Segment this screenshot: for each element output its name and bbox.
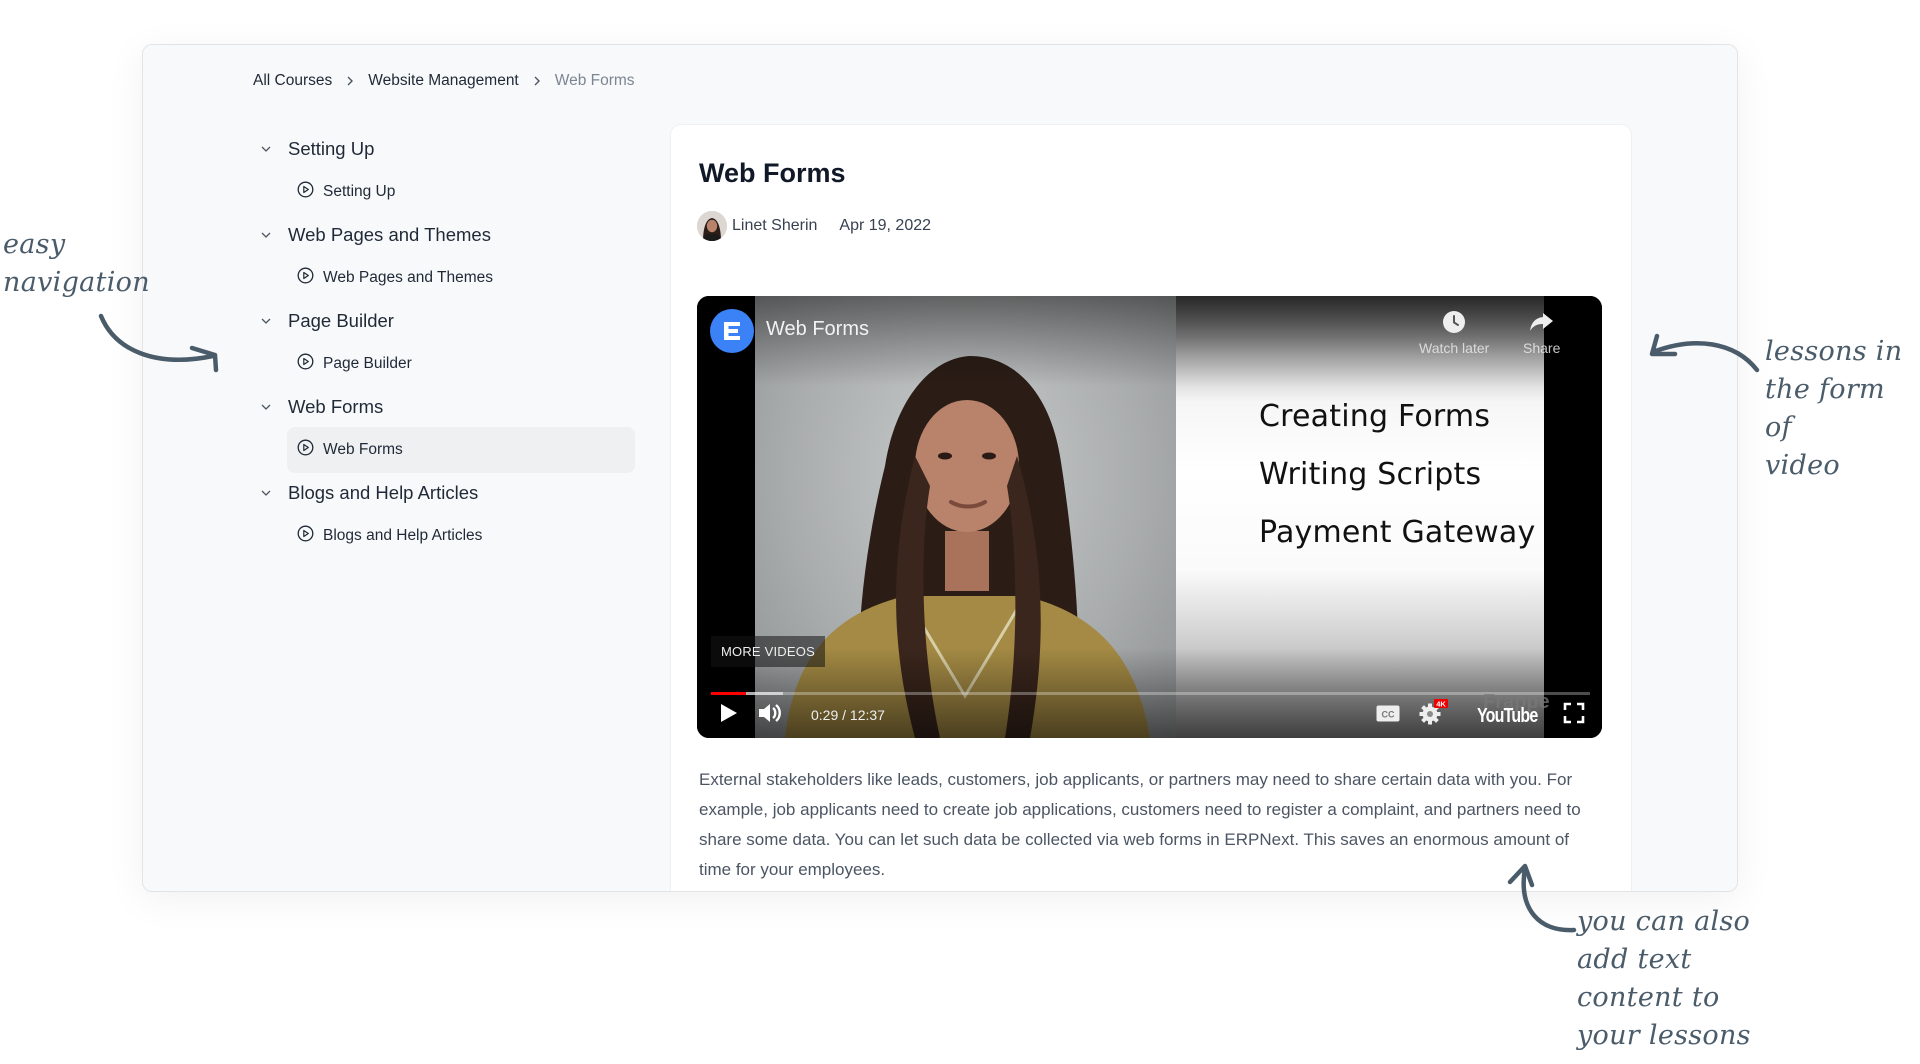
- lesson-meta: Linet Sherin Apr 19, 2022: [697, 211, 931, 241]
- slide-line: Payment Gateway: [1259, 515, 1536, 550]
- chapter-title: Blogs and Help Articles: [288, 482, 479, 503]
- captions-button[interactable]: CC: [1375, 702, 1401, 724]
- chapter-title: Setting Up: [288, 138, 375, 159]
- breadcrumb: All Courses Website Management Web Forms: [253, 69, 635, 93]
- play-circle-icon: [297, 439, 314, 461]
- chapter-web-pages-and-themes[interactable]: Web Pages and Themes: [253, 215, 613, 255]
- annotation-line: you can also: [1577, 906, 1751, 937]
- chevron-right-icon: [533, 75, 541, 87]
- author-name: Linet Sherin: [732, 217, 818, 234]
- publish-date: Apr 19, 2022: [839, 217, 932, 234]
- youtube-logo[interactable]: YouTube: [1477, 705, 1538, 728]
- lesson-setting-up[interactable]: Setting Up: [287, 169, 635, 215]
- breadcrumb-course[interactable]: Website Management: [368, 72, 519, 90]
- slide-line: Writing Scripts: [1259, 457, 1482, 492]
- play-circle-icon: [297, 267, 314, 289]
- lesson-card: Web Forms Linet Sherin Apr 19, 2022 Crea…: [671, 125, 1631, 891]
- annotation-bottom: you can also add text content to your le…: [1577, 903, 1751, 1055]
- chapter-title: Page Builder: [288, 310, 394, 331]
- progress-bar[interactable]: [711, 692, 1590, 695]
- arrow-icon: [1507, 863, 1577, 933]
- app-panel: All Courses Website Management Web Forms…: [142, 44, 1738, 892]
- lesson-page-builder[interactable]: Page Builder: [287, 341, 635, 387]
- volume-icon: [759, 704, 781, 722]
- play-button[interactable]: [717, 700, 741, 726]
- lesson-title-heading: Web Forms: [699, 158, 846, 188]
- lesson-web-forms-active[interactable]: Web Forms: [287, 427, 635, 473]
- course-outline: Setting Up Setting Up Web Pages and Them…: [253, 129, 635, 559]
- lesson-blogs-and-help-articles[interactable]: Blogs and Help Articles: [287, 513, 635, 559]
- annotation-left: easy navigation: [3, 226, 150, 302]
- channel-logo-icon: [724, 322, 740, 340]
- video-player[interactable]: Creating Forms Writing Scripts Payment G…: [697, 296, 1602, 738]
- play-circle-icon: [297, 353, 314, 375]
- chevron-down-icon[interactable]: [255, 317, 277, 325]
- play-circle-icon: [297, 525, 314, 547]
- settings-icon: 4K: [1419, 699, 1448, 725]
- share-label: Share: [1523, 340, 1561, 356]
- share-button[interactable]: Share: [1523, 310, 1560, 356]
- chevron-down-icon[interactable]: [255, 403, 277, 411]
- chevron-right-icon: [346, 75, 354, 87]
- lesson-title: Blogs and Help Articles: [323, 527, 483, 544]
- lesson-title: Web Pages and Themes: [323, 269, 494, 286]
- clock-icon: [1443, 311, 1466, 333]
- progress-played: [711, 692, 747, 695]
- chevron-down-icon[interactable]: [255, 145, 277, 153]
- lesson-title: Page Builder: [323, 355, 412, 372]
- arrow-icon: [1649, 333, 1760, 373]
- chapter-title: Web Pages and Themes: [288, 224, 491, 245]
- chapter-web-forms[interactable]: Web Forms: [253, 387, 613, 427]
- fullscreen-button[interactable]: [1561, 700, 1587, 726]
- lesson-title: Setting Up: [323, 183, 396, 200]
- annotation-line: navigation: [3, 267, 150, 298]
- chapter-title: Web Forms: [288, 396, 384, 417]
- share-icon: [1529, 313, 1553, 331]
- author-avatar: [697, 211, 727, 241]
- watch-later-button[interactable]: Watch later: [1419, 310, 1489, 356]
- play-circle-icon: [297, 181, 314, 203]
- cc-icon: CC: [1376, 705, 1400, 721]
- breadcrumb-current: Web Forms: [554, 72, 635, 89]
- chevron-down-icon[interactable]: [255, 231, 277, 239]
- breadcrumb-all-courses[interactable]: All Courses: [253, 72, 332, 90]
- watch-later-label: Watch later: [1419, 340, 1490, 356]
- lesson-body-text: External stakeholders like leads, custom…: [699, 770, 1581, 879]
- video-title[interactable]: Web Forms: [766, 318, 869, 341]
- play-icon: [721, 704, 737, 722]
- annotation-line: video: [1765, 450, 1840, 481]
- lesson-title: Web Forms: [323, 441, 403, 458]
- chevron-down-icon[interactable]: [255, 489, 277, 497]
- annotation-line: lessons in: [1765, 336, 1903, 367]
- annotation-line: your lessons: [1577, 1020, 1751, 1051]
- quality-badge-text: 4K: [1436, 700, 1446, 709]
- more-videos-button[interactable]: MORE VIDEOS: [711, 636, 825, 667]
- svg-text:CC: CC: [1382, 709, 1395, 719]
- annotation-line: add text: [1577, 944, 1692, 975]
- settings-button[interactable]: 4K: [1417, 698, 1451, 726]
- annotation-right: lessons in the form of video: [1765, 333, 1920, 485]
- fullscreen-icon: [1563, 702, 1585, 724]
- chapter-blogs-and-help-articles[interactable]: Blogs and Help Articles: [253, 473, 613, 513]
- chapter-setting-up[interactable]: Setting Up: [253, 129, 613, 169]
- annotation-line: the form of: [1765, 374, 1885, 443]
- time-display: 0:29 / 12:37: [811, 707, 885, 723]
- arrow-icon: [98, 313, 219, 373]
- lesson-web-pages-and-themes[interactable]: Web Pages and Themes: [287, 255, 635, 301]
- mute-button[interactable]: [755, 700, 785, 726]
- annotation-line: content to: [1577, 982, 1720, 1013]
- slide-line: Creating Forms: [1259, 399, 1491, 434]
- channel-logo[interactable]: [710, 309, 754, 353]
- chapter-page-builder[interactable]: Page Builder: [253, 301, 613, 341]
- annotation-line: easy: [3, 229, 66, 260]
